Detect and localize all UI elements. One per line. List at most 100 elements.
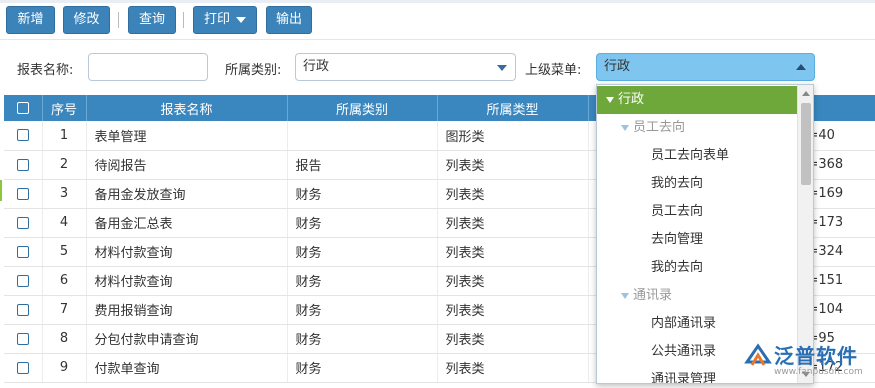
cell-no: 9 <box>42 353 87 383</box>
tree-node-label: 我的去向 <box>651 176 704 191</box>
column-header-type[interactable]: 所属类型 <box>437 95 589 121</box>
tree-node-leaf[interactable]: 我的去向 <box>597 170 703 198</box>
select-all-header[interactable] <box>4 95 43 121</box>
cell-no: 6 <box>42 266 87 296</box>
cell-category: 财务 <box>287 295 438 325</box>
cell-name: 费用报销查询 <box>86 295 288 325</box>
edit-button-label: 修改 <box>73 12 100 27</box>
tree-node-leaf[interactable]: 公共通讯录 <box>597 338 716 366</box>
category-select-value: 行政 <box>303 59 330 74</box>
column-header-no[interactable]: 序号 <box>42 95 87 121</box>
select-all-checkbox[interactable] <box>16 102 29 114</box>
tree-node-label: 内部通讯录 <box>651 316 717 331</box>
column-header-name[interactable]: 报表名称 <box>86 95 288 121</box>
report-name-input[interactable] <box>88 53 208 81</box>
tree-node-label: 员工去向 <box>651 204 704 219</box>
cell-name: 备用金发放查询 <box>86 179 288 209</box>
dropdown-scrollbar[interactable] <box>797 85 813 383</box>
add-button-label: 新增 <box>17 12 44 27</box>
row-checkbox-cell[interactable] <box>4 121 43 151</box>
row-checkbox-cell[interactable] <box>4 208 43 238</box>
expand-icon <box>606 96 614 103</box>
column-header-category[interactable]: 所属类别 <box>287 95 438 121</box>
cell-no: 4 <box>42 208 87 238</box>
toolbar-separator <box>118 12 119 28</box>
tree-node-label: 通讯录 <box>633 288 673 303</box>
row-checkbox[interactable] <box>16 361 29 374</box>
chevron-up-icon <box>796 64 806 70</box>
scrollbar-thumb[interactable] <box>801 103 811 185</box>
cell-type: 列表类 <box>437 150 589 180</box>
print-button-label: 打印 <box>203 12 230 27</box>
export-button-label: 输出 <box>275 12 302 27</box>
cell-name: 待阅报告 <box>86 150 288 180</box>
cell-name: 材料付款查询 <box>86 266 288 296</box>
chevron-down-icon <box>497 65 507 71</box>
logo-mark-icon <box>744 343 772 366</box>
category-select[interactable]: 行政 <box>295 53 516 81</box>
row-checkbox[interactable] <box>16 187 29 200</box>
row-checkbox[interactable] <box>16 274 29 287</box>
tree-node-leaf[interactable]: 内部通讯录 <box>597 310 716 338</box>
query-button[interactable]: 查询 <box>128 6 176 34</box>
row-checkbox[interactable] <box>16 216 29 229</box>
logo-url: www.fanpusoft.com <box>774 367 863 377</box>
row-checkbox[interactable] <box>16 245 29 258</box>
cell-no: 2 <box>42 150 87 180</box>
cell-category: 报告 <box>287 150 438 180</box>
cell-type: 列表类 <box>437 208 589 238</box>
tree-node-leaf[interactable]: 员工去向 <box>597 198 703 226</box>
tree-node-label: 行政 <box>618 92 645 107</box>
cell-name: 分包付款申请查询 <box>86 324 288 354</box>
report-name-label: 报表名称: <box>17 63 74 78</box>
cell-category <box>287 121 438 151</box>
row-checkbox-cell[interactable] <box>4 353 43 383</box>
row-checkbox[interactable] <box>16 332 29 345</box>
cell-name: 备用金汇总表 <box>86 208 288 238</box>
print-button[interactable]: 打印 <box>193 6 257 34</box>
parent-menu-select[interactable]: 行政 <box>596 53 815 81</box>
tree-node-label: 我的去向 <box>651 260 704 275</box>
tree-node-leaf[interactable]: 我的去向 <box>597 254 703 282</box>
expand-icon <box>621 124 629 131</box>
expand-icon <box>621 292 629 299</box>
export-button[interactable]: 输出 <box>266 6 312 34</box>
tree-node-leaf[interactable]: 员工去向表单 <box>597 142 729 170</box>
logo-name: 泛普软件 <box>774 344 858 368</box>
chevron-down-icon <box>236 16 246 23</box>
cell-name: 付款单查询 <box>86 353 288 383</box>
tree-node-label: 公共通讯录 <box>651 344 717 359</box>
cell-name: 材料付款查询 <box>86 237 288 267</box>
row-checkbox-cell[interactable] <box>4 295 43 325</box>
cell-no: 3 <box>42 179 87 209</box>
tree-node-group[interactable]: 员工去向 <box>597 114 685 142</box>
row-checkbox[interactable] <box>16 129 29 142</box>
row-checkbox-cell[interactable] <box>4 150 43 180</box>
tree-node-leaf[interactable]: 通讯录管理 <box>597 366 716 383</box>
add-button[interactable]: 新增 <box>6 6 55 34</box>
parent-menu-label: 上级菜单: <box>525 63 582 78</box>
cell-category: 财务 <box>287 324 438 354</box>
row-checkbox-cell[interactable] <box>4 237 43 267</box>
toolbar-top-line <box>0 0 875 3</box>
toolbar-separator <box>183 12 184 28</box>
cell-no: 1 <box>42 121 87 151</box>
scroll-up-icon[interactable] <box>802 91 810 96</box>
tree-node-leaf[interactable]: 去向管理 <box>597 226 703 254</box>
cell-no: 8 <box>42 324 87 354</box>
row-checkbox[interactable] <box>16 303 29 316</box>
row-checkbox[interactable] <box>16 158 29 171</box>
row-checkbox-cell[interactable] <box>4 324 43 354</box>
tree-node-label: 去向管理 <box>651 232 704 247</box>
row-checkbox-cell[interactable] <box>4 179 43 209</box>
tree-node-root[interactable]: 行政 <box>597 86 797 114</box>
edit-button[interactable]: 修改 <box>63 6 110 34</box>
row-checkbox-cell[interactable] <box>4 266 43 296</box>
cell-type: 列表类 <box>437 179 589 209</box>
cell-type: 列表类 <box>437 324 589 354</box>
cell-category: 财务 <box>287 208 438 238</box>
cell-name: 表单管理 <box>86 121 288 151</box>
cell-category: 财务 <box>287 179 438 209</box>
cell-no: 7 <box>42 295 87 325</box>
tree-node-group[interactable]: 通讯录 <box>597 282 672 310</box>
